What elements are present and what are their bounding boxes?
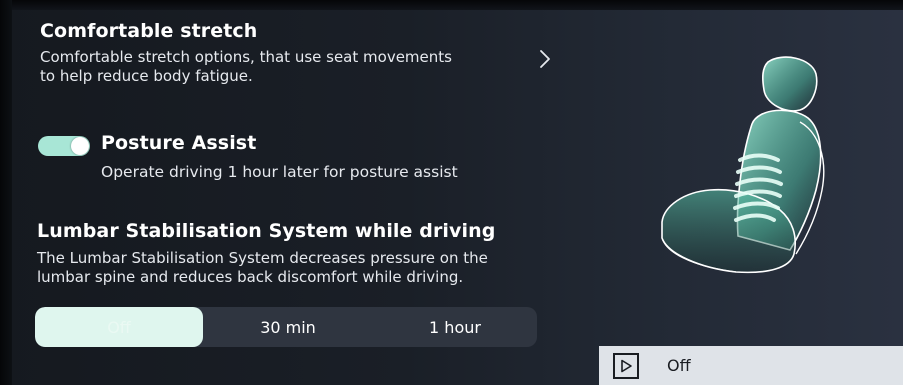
lumbar-option-off[interactable]: Off — [35, 307, 203, 347]
comfortable-stretch-section[interactable]: Comfortable stretch Comfortable stretch … — [40, 20, 452, 86]
lumbar-option-1-hour[interactable]: 1 hour — [373, 307, 537, 347]
screen-bezel-top — [0, 0, 903, 10]
media-status: Off — [667, 356, 691, 375]
lumbar-duration-selector: Off 30 min 1 hour — [35, 307, 537, 347]
seat-illustration — [661, 56, 825, 274]
lumbar-section: Lumbar Stabilisation System while drivin… — [37, 220, 495, 287]
posture-assist-title: Posture Assist — [101, 132, 257, 154]
posture-assist-section: Posture Assist Operate driving 1 hour la… — [101, 132, 458, 182]
screen-bezel-left — [0, 0, 12, 385]
play-triangle-icon — [621, 359, 632, 372]
lumbar-option-30-min[interactable]: 30 min — [203, 307, 373, 347]
comfortable-stretch-desc-line2: to help reduce body fatigue. — [40, 67, 253, 85]
toggle-knob — [71, 137, 89, 155]
chevron-right-icon[interactable] — [538, 48, 552, 70]
seat-settings-screen: Comfortable stretch Comfortable stretch … — [0, 0, 903, 385]
lumbar-title: Lumbar Stabilisation System while drivin… — [37, 220, 496, 242]
lumbar-desc-line1: The Lumbar Stabilisation System decrease… — [37, 249, 488, 267]
posture-assist-toggle[interactable] — [38, 136, 90, 156]
play-icon[interactable] — [613, 352, 639, 379]
comfortable-stretch-title: Comfortable stretch — [40, 20, 258, 42]
comfortable-stretch-desc-line1: Comfortable stretch options, that use se… — [40, 48, 452, 66]
lumbar-desc-line2: lumbar spine and reduces back discomfort… — [37, 268, 464, 286]
media-bar: Off — [599, 346, 903, 385]
posture-assist-desc: Operate driving 1 hour later for posture… — [101, 163, 458, 181]
